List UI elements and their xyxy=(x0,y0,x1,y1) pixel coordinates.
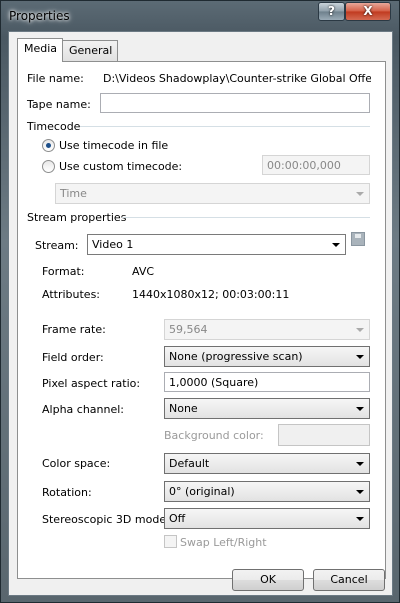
use-file-timecode-label[interactable]: Use timecode in file xyxy=(59,139,168,152)
chevron-down-icon xyxy=(356,355,364,359)
window-title: Properties xyxy=(9,9,70,23)
timecode-heading: Timecode xyxy=(27,120,81,133)
format-value: AVC xyxy=(132,265,155,278)
field-order-label: Field order: xyxy=(42,351,104,364)
color-space-value: Default xyxy=(169,457,210,470)
rotation-select[interactable]: 0° (original) xyxy=(164,481,370,502)
attributes-label: Attributes: xyxy=(42,288,101,301)
tab-media[interactable]: Media xyxy=(17,38,63,62)
timecode-format-select[interactable]: Time xyxy=(55,183,370,204)
chevron-down-icon xyxy=(356,517,364,521)
background-color-button[interactable] xyxy=(278,424,370,446)
stream-label: Stream: xyxy=(35,239,79,252)
color-space-select[interactable]: Default xyxy=(164,453,370,474)
save-icon[interactable] xyxy=(351,232,365,246)
chevron-down-icon xyxy=(356,328,364,332)
chevron-down-icon xyxy=(356,192,364,196)
rotation-value: 0° (original) xyxy=(169,485,235,498)
ok-button[interactable]: OK xyxy=(232,569,304,591)
tape-name-input[interactable] xyxy=(100,93,370,113)
color-space-label: Color space: xyxy=(42,457,111,470)
frame-rate-value: 59,564 xyxy=(169,323,208,336)
stereoscopic-select[interactable]: Off xyxy=(164,508,370,529)
field-order-select[interactable]: None (progressive scan) xyxy=(164,346,370,367)
cancel-button[interactable]: Cancel xyxy=(313,569,385,591)
title-bar[interactable]: Properties ? X xyxy=(1,1,399,31)
stereoscopic-value: Off xyxy=(169,512,186,525)
swap-left-right-label[interactable]: Swap Left/Right xyxy=(180,536,267,549)
stereoscopic-label: Stereoscopic 3D mode: xyxy=(42,513,170,526)
timecode-format-value: Time xyxy=(60,187,87,200)
swap-left-right-checkbox[interactable] xyxy=(164,535,177,548)
use-custom-timecode-label[interactable]: Use custom timecode: xyxy=(59,160,182,173)
dialog-client: Media General File name: D:\Videos Shado… xyxy=(8,31,393,596)
pixel-aspect-label: Pixel aspect ratio: xyxy=(42,377,141,390)
chevron-down-icon xyxy=(356,462,364,466)
stream-select[interactable]: Video 1 xyxy=(87,234,346,255)
attributes-value: 1440x1080x12; 00:03:00:11 xyxy=(132,288,290,301)
properties-window: Properties ? X Media General File name: … xyxy=(0,0,400,603)
use-custom-timecode-radio[interactable] xyxy=(42,160,55,173)
file-name-label: File name: xyxy=(27,72,84,85)
stream-divider xyxy=(122,217,370,218)
frame-rate-select[interactable]: 59,564 xyxy=(164,319,370,340)
rotation-label: Rotation: xyxy=(42,486,92,499)
pixel-aspect-input[interactable]: 1,0000 (Square) xyxy=(164,372,370,392)
format-label: Format: xyxy=(42,265,85,278)
chevron-down-icon xyxy=(356,407,364,411)
tab-general[interactable]: General xyxy=(62,40,118,62)
chevron-down-icon xyxy=(356,490,364,494)
media-panel: File name: D:\Videos Shadowplay\Counter-… xyxy=(17,61,386,579)
alpha-channel-select[interactable]: None xyxy=(164,398,370,419)
timecode-divider xyxy=(80,126,370,127)
use-file-timecode-radio[interactable] xyxy=(42,139,55,152)
stream-value: Video 1 xyxy=(92,238,134,251)
stream-properties-heading: Stream properties xyxy=(27,211,127,224)
custom-timecode-input[interactable]: 00:00:00,000 xyxy=(262,155,370,175)
close-button[interactable]: X xyxy=(345,2,391,21)
alpha-channel-value: None xyxy=(169,402,198,415)
alpha-channel-label: Alpha channel: xyxy=(42,403,125,416)
help-button[interactable]: ? xyxy=(318,2,345,21)
frame-rate-label: Frame rate: xyxy=(42,323,106,336)
tape-name-label: Tape name: xyxy=(27,98,91,111)
background-color-label: Background color: xyxy=(164,429,264,442)
chevron-down-icon xyxy=(332,243,340,247)
file-name-value: D:\Videos Shadowplay\Counter-strike Glob… xyxy=(103,72,371,85)
field-order-value: None (progressive scan) xyxy=(169,350,303,363)
